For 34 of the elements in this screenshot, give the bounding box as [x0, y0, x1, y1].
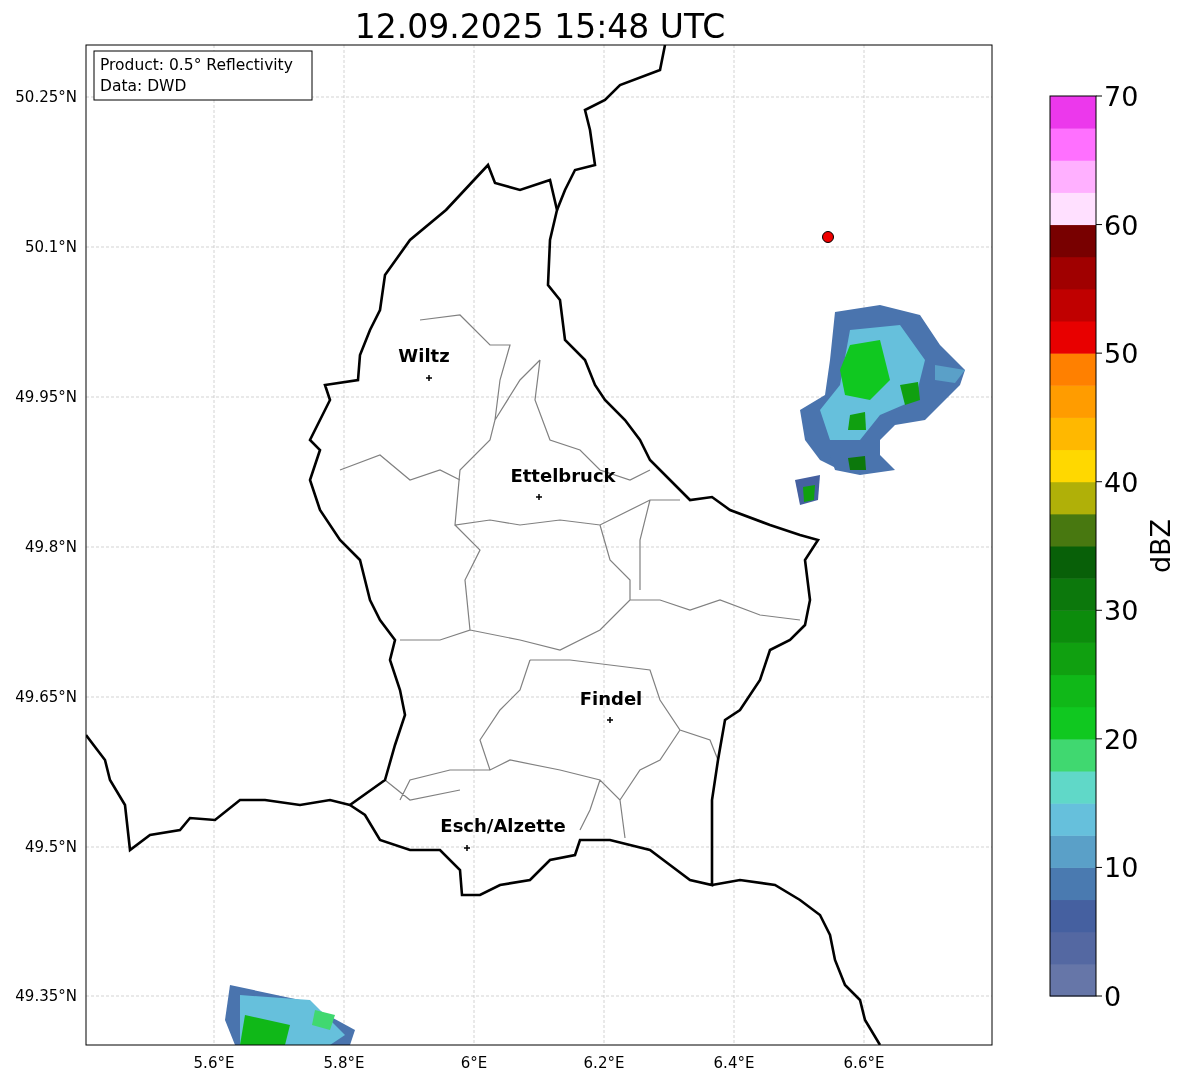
figure-title: 12.09.2025 15:48 UTC — [354, 7, 726, 46]
longitude-tick-label: 5.8°E — [323, 1054, 365, 1072]
info-text: Product: 0.5° Reflectivity — [100, 56, 293, 74]
longitude-tick-label: 6°E — [460, 1054, 488, 1072]
latitude-tick-label: 49.8°N — [24, 538, 77, 556]
city-label: Esch/Alzette — [440, 815, 566, 836]
colorbar-tick-label: 50 — [1104, 338, 1139, 370]
longitude-tick-label: 6.4°E — [713, 1054, 755, 1072]
latitude-tick-label: 49.35°N — [15, 987, 77, 1005]
longitude-tick-label: 6.6°E — [843, 1054, 885, 1072]
city-label: Wiltz — [398, 345, 450, 366]
latitude-tick-label: 49.95°N — [15, 388, 77, 406]
city-marker — [425, 374, 433, 382]
colorbar-tick-label: 10 — [1104, 852, 1139, 884]
longitude-tick-label: 6.2°E — [583, 1054, 625, 1072]
colorbar-label: dBZ — [1145, 518, 1176, 574]
colorbar-tick-label: 40 — [1104, 466, 1139, 498]
city-marker — [463, 844, 471, 852]
colorbar-tick-label: 30 — [1104, 595, 1139, 627]
latitude-tick-label: 49.5°N — [24, 838, 77, 856]
latitude-tick-label: 50.1°N — [24, 238, 77, 256]
city-label: Ettelbruck — [510, 465, 616, 486]
latitude-tick-label: 50.25°N — [15, 88, 77, 106]
colorbar-tick-label: 0 — [1104, 981, 1122, 1012]
city-marker — [535, 493, 543, 501]
info-text: Data: DWD — [100, 77, 187, 95]
colorbar-tick-label: 20 — [1104, 723, 1139, 755]
colorbar-tick-label: 60 — [1104, 209, 1139, 241]
longitude-tick-label: 5.6°E — [193, 1054, 235, 1072]
radar-site-marker — [822, 231, 834, 243]
latitude-tick-label: 49.65°N — [15, 688, 77, 706]
colorbar-tick-label: 70 — [1104, 81, 1139, 112]
city-marker — [606, 716, 614, 724]
city-label: Findel — [579, 688, 643, 709]
